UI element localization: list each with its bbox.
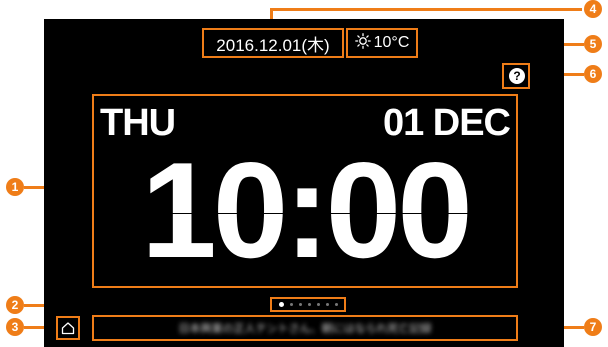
date-text: 2016.12.01(木) [216,35,330,55]
sun-icon [354,32,371,54]
date-display: 2016.12.01(木) [202,28,344,58]
help-button[interactable]: ? [502,63,530,89]
home-button[interactable] [56,316,80,340]
device-screen: 2016.12.01(木) 10°C ? THU 01 DEC 10:00 日本… [44,19,564,347]
flip-divider [98,213,512,214]
weather-display: 10°C [346,28,418,58]
callout-line-4h [270,8,582,11]
callout-badge-6: 6 [584,65,602,83]
callout-badge-1: 1 [6,178,24,196]
clock-panel[interactable]: THU 01 DEC 10:00 [92,94,518,288]
callout-badge-7: 7 [584,318,602,336]
page-indicator[interactable] [270,297,346,312]
callout-badge-2: 2 [6,296,24,314]
question-icon: ? [509,68,525,84]
callout-badge-3: 3 [6,318,24,336]
page-dot[interactable] [298,303,302,306]
callout-badge-5: 5 [584,35,602,53]
ticker-text: 日本興業の正人テントさん、朝にはなられ死亡記録 [178,323,432,335]
page-dot[interactable] [334,303,338,306]
page-dot[interactable] [289,303,293,306]
page-dot[interactable] [307,303,311,306]
temperature-text: 10°C [373,34,410,51]
callout-badge-4: 4 [584,0,602,18]
news-ticker[interactable]: 日本興業の正人テントさん、朝にはなられ死亡記録 [92,315,518,341]
home-icon [61,321,75,340]
time-display: 10:00 [141,134,473,286]
page-dot[interactable] [278,302,284,307]
page-dot[interactable] [316,303,320,306]
page-dot[interactable] [325,303,329,306]
